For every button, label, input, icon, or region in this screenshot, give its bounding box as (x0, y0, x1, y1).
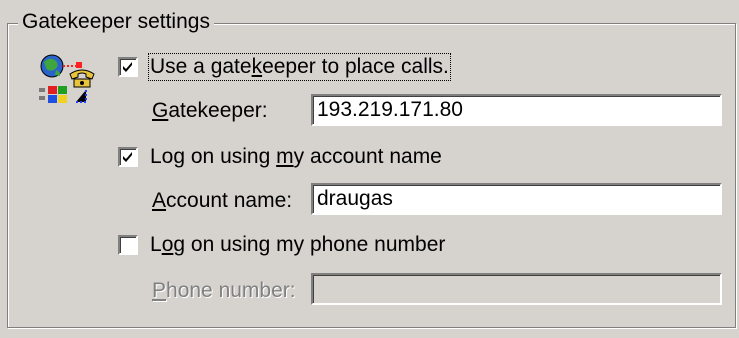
logon-phone-label-pre: L (150, 233, 162, 256)
logon-phone-label-post: g on using my phone number (173, 233, 446, 256)
logon-phone-label[interactable]: Log on using my phone number (150, 233, 445, 257)
gatekeeper-label-post: atekeeper: (168, 99, 268, 122)
use-gatekeeper-label[interactable]: Use a gatekeeper to place calls. (148, 53, 451, 81)
checkmark-icon (123, 152, 132, 162)
use-gatekeeper-checkbox[interactable] (118, 57, 138, 77)
phone-number-label-post: hone number: (166, 279, 296, 302)
use-gatekeeper-label-mnemonic: k (251, 55, 263, 78)
phone-number-label: Phone number: (152, 279, 296, 303)
use-gatekeeper-label-post: eeper to place calls. (262, 55, 449, 78)
logon-phone-label-mnemonic: o (161, 233, 174, 256)
gatekeeper-label: Gatekeeper: (152, 99, 268, 123)
account-name-input[interactable]: draugas (311, 183, 722, 215)
account-name-label-mnemonic: A (152, 189, 167, 212)
logon-account-checkbox[interactable] (118, 147, 138, 167)
gatekeeper-label-mnemonic: G (152, 99, 169, 122)
phone-number-label-mnemonic: P (152, 279, 167, 302)
gatekeeper-settings-panel: Gatekeeper settings Use a gatekeeper to … (0, 0, 739, 338)
logon-phone-checkbox[interactable] (118, 235, 138, 255)
checkmark-icon (123, 62, 132, 72)
logon-account-label-mnemonic: m (276, 145, 294, 168)
logon-account-label-pre: Log on using (150, 145, 277, 168)
gatekeeper-network-icon (36, 52, 102, 110)
gatekeeper-input[interactable]: 193.219.171.80 (311, 94, 722, 126)
account-name-label: Account name: (152, 189, 292, 213)
use-gatekeeper-label-pre: Use a gate (150, 55, 252, 78)
phone-number-input (311, 273, 722, 305)
account-name-label-post: ccount name: (166, 189, 293, 212)
logon-account-label[interactable]: Log on using my account name (150, 145, 442, 169)
logon-account-label-post: y account name (293, 145, 442, 168)
group-title: Gatekeeper settings (18, 10, 214, 34)
